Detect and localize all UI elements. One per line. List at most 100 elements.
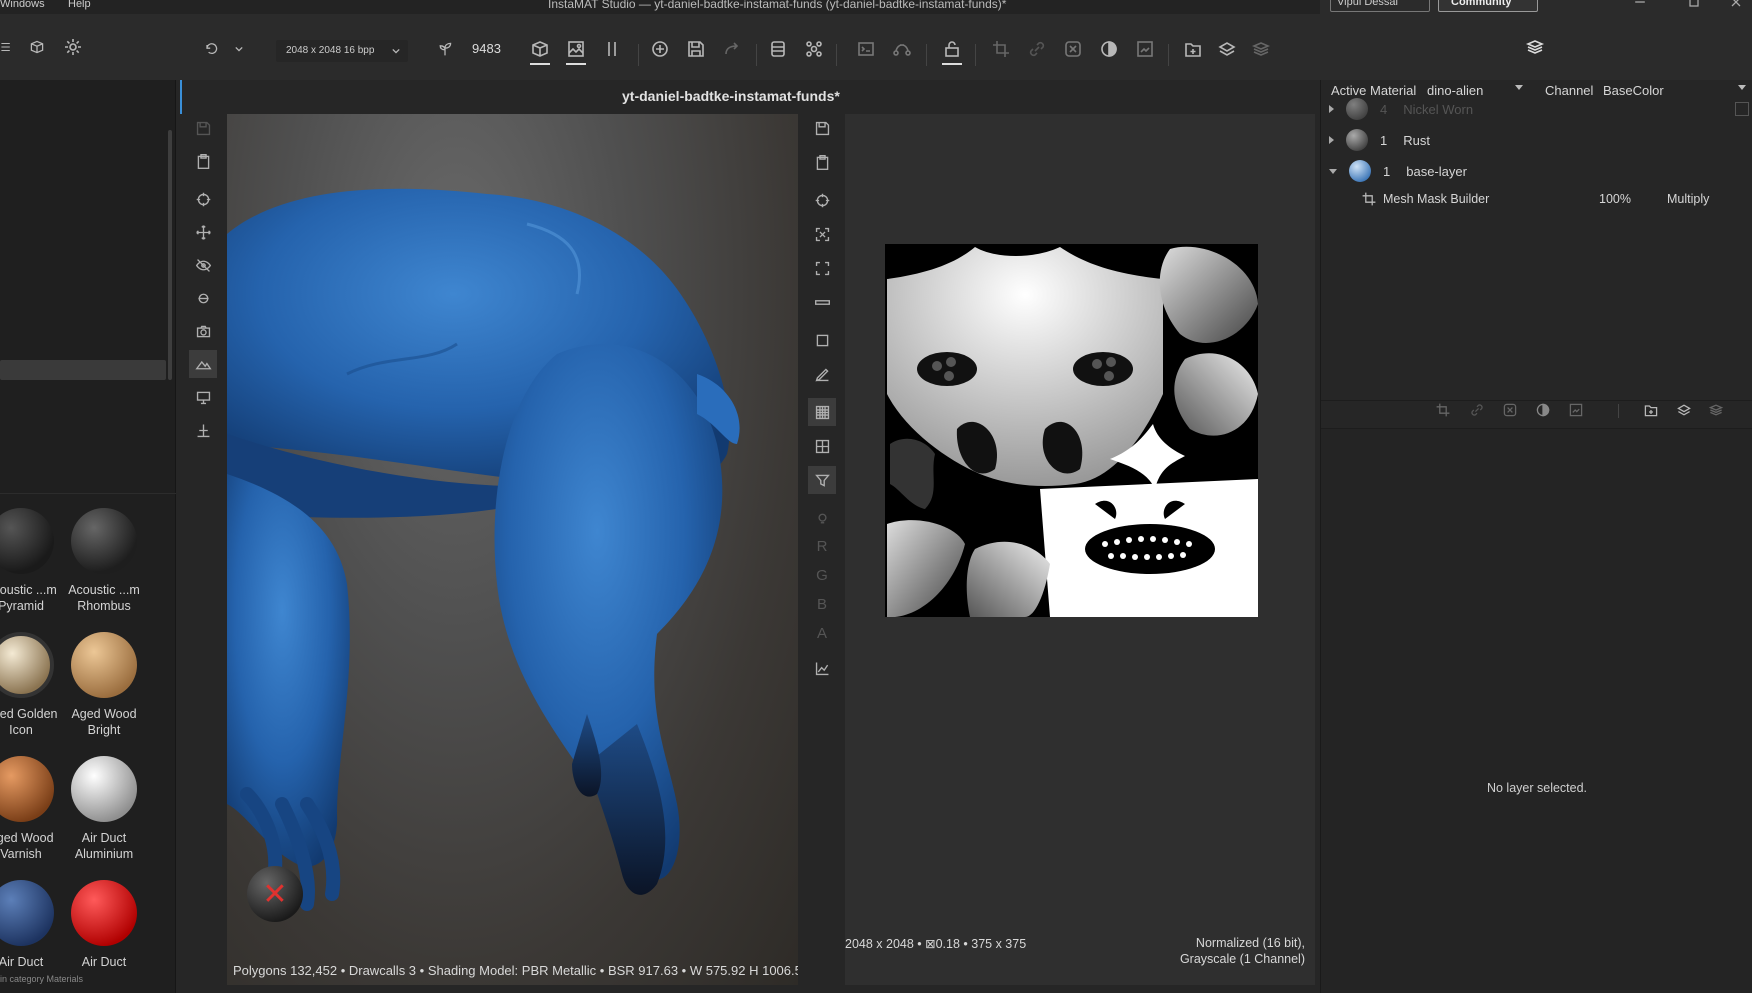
- split-view-icon[interactable]: [599, 36, 625, 62]
- contrast-icon[interactable]: [1533, 400, 1553, 420]
- chevron-down-icon[interactable]: [228, 38, 250, 60]
- target-icon[interactable]: [189, 185, 217, 213]
- undo-icon[interactable]: [200, 38, 222, 60]
- clipboard-icon[interactable]: [189, 147, 217, 175]
- material-thumbnail: [71, 880, 137, 946]
- 3d-view-icon[interactable]: [527, 36, 553, 62]
- unlock-icon[interactable]: [939, 36, 965, 62]
- database-icon[interactable]: [765, 36, 791, 62]
- nodes-icon[interactable]: [801, 36, 827, 62]
- save-icon[interactable]: [189, 114, 217, 142]
- channel-a[interactable]: A: [808, 619, 836, 647]
- present-icon[interactable]: [189, 383, 217, 411]
- fullscreen-icon[interactable]: [808, 254, 836, 282]
- seed-icon[interactable]: [434, 38, 456, 60]
- fill-layer-icon[interactable]: [1132, 36, 1158, 62]
- uv-mask-texture: [885, 244, 1258, 617]
- channel-r[interactable]: R: [808, 532, 836, 560]
- layers-stack-icon[interactable]: [1706, 400, 1726, 420]
- clipboard-icon[interactable]: [808, 148, 836, 176]
- ruler-icon[interactable]: [808, 288, 836, 316]
- maximize-icon[interactable]: [1686, 0, 1702, 8]
- package-icon[interactable]: [26, 36, 48, 58]
- sublayer-opacity[interactable]: 100%: [1599, 192, 1631, 206]
- channel-b[interactable]: B: [808, 590, 836, 618]
- document-tab-bar: yt-daniel-badtke-instamat-funds*: [180, 80, 1320, 114]
- pen-icon[interactable]: [808, 360, 836, 388]
- fit-icon[interactable]: [808, 220, 836, 248]
- measure-icon[interactable]: [189, 416, 217, 444]
- active-indicator: [530, 63, 550, 65]
- texture-channels: Grayscale (1 Channel): [1179, 952, 1305, 966]
- orientation-gizmo[interactable]: ✕: [247, 866, 303, 922]
- mask-icon[interactable]: [1060, 36, 1086, 62]
- checker-icon[interactable]: [808, 398, 836, 426]
- crop-icon[interactable]: [1433, 400, 1453, 420]
- collapse-icon[interactable]: [1329, 168, 1337, 174]
- square-icon[interactable]: [808, 326, 836, 354]
- chevron-down-icon: [1738, 85, 1746, 90]
- add-circle-icon[interactable]: [647, 36, 673, 62]
- crop-icon[interactable]: [988, 36, 1014, 62]
- layer-row[interactable]: 1 Rust: [1321, 125, 1752, 155]
- user-button[interactable]: Vipul Dessai: [1330, 0, 1430, 12]
- link-icon[interactable]: [1467, 400, 1487, 420]
- panel-icon[interactable]: [0, 36, 14, 58]
- add-layer-icon[interactable]: [1214, 36, 1240, 62]
- environment-icon[interactable]: [189, 350, 217, 378]
- mask-icon[interactable]: [1500, 400, 1520, 420]
- graph-icon[interactable]: [889, 36, 915, 62]
- grid-icon[interactable]: [808, 432, 836, 460]
- chevron-down-icon: [1515, 85, 1523, 90]
- channel-g[interactable]: G: [808, 561, 836, 589]
- minimize-icon[interactable]: [1632, 0, 1648, 8]
- bulb-icon[interactable]: [808, 504, 836, 532]
- terminal-icon[interactable]: [853, 36, 879, 62]
- layers-stack-icon[interactable]: [1248, 36, 1274, 62]
- material-item[interactable]: Aged Wood Bright: [54, 632, 154, 738]
- move-icon[interactable]: [189, 218, 217, 246]
- community-button[interactable]: Community: [1438, 0, 1538, 12]
- scrollbar[interactable]: [168, 130, 172, 380]
- layer-count: 1: [1383, 163, 1391, 179]
- close-icon[interactable]: [1728, 0, 1744, 8]
- save-icon[interactable]: [808, 114, 836, 142]
- save-icon[interactable]: [683, 36, 709, 62]
- add-folder-icon[interactable]: [1180, 36, 1206, 62]
- seed-value[interactable]: 9483: [472, 41, 501, 56]
- expand-icon[interactable]: [1329, 136, 1334, 144]
- sublayer-blend-mode[interactable]: Multiply: [1667, 192, 1709, 206]
- contrast-icon[interactable]: [1096, 36, 1122, 62]
- target-icon[interactable]: [808, 186, 836, 214]
- menu-windows[interactable]: Windows: [0, 0, 45, 10]
- menu-help[interactable]: Help: [68, 0, 91, 10]
- light-icon[interactable]: [189, 284, 217, 312]
- document-tab[interactable]: yt-daniel-badtke-instamat-funds*: [622, 88, 840, 104]
- link-icon[interactable]: [1024, 36, 1050, 62]
- material-item[interactable]: Air Duct: [54, 880, 154, 970]
- layer-row[interactable]: 4 Nickel Worn: [1321, 94, 1752, 124]
- separator: [1618, 404, 1619, 418]
- sublayer-row[interactable]: Mesh Mask Builder 100% Multiply: [1321, 184, 1752, 214]
- eye-icon[interactable]: [189, 251, 217, 279]
- histogram-icon[interactable]: [808, 654, 836, 682]
- material-item[interactable]: Acoustic ...m Rhombus: [54, 508, 154, 614]
- selected-library-item[interactable]: [0, 360, 166, 380]
- 2d-texture-view[interactable]: 2048 x 2048 • ⊠0.18 • 375 x 375 Normaliz…: [845, 114, 1315, 985]
- add-folder-icon[interactable]: [1641, 400, 1661, 420]
- image-view-icon[interactable]: [563, 36, 589, 62]
- material-item[interactable]: Air Duct Aluminium: [54, 756, 154, 862]
- 3d-viewport[interactable]: ✕: [227, 114, 798, 985]
- layers-icon: [1522, 34, 1548, 60]
- redo-icon[interactable]: [719, 36, 745, 62]
- camera-icon[interactable]: [189, 317, 217, 345]
- layer-row[interactable]: 1 base-layer: [1321, 156, 1752, 186]
- fill-layer-icon[interactable]: [1566, 400, 1586, 420]
- filter-icon[interactable]: [808, 466, 836, 494]
- layer-checkbox[interactable]: [1735, 102, 1749, 116]
- expand-icon[interactable]: [1329, 105, 1334, 113]
- material-name-line2: Bright: [87, 723, 121, 737]
- resolution-select[interactable]: 2048 x 2048 16 bpp: [276, 40, 408, 62]
- gear-icon[interactable]: [62, 36, 84, 58]
- add-layer-icon[interactable]: [1674, 400, 1694, 420]
